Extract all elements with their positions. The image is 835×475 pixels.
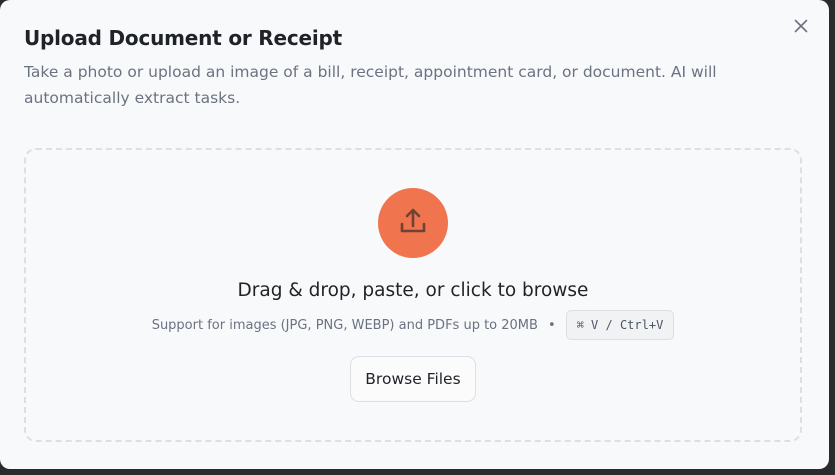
paste-shortcut-hint: ⌘ V / Ctrl+V: [565, 310, 675, 340]
upload-dialog: Upload Document or Receipt Take a photo …: [0, 0, 829, 469]
browse-files-button[interactable]: Browse Files: [350, 356, 476, 402]
upload-icon-circle: [378, 188, 448, 258]
drop-zone-headline: Drag & drop, paste, or click to browse: [237, 280, 589, 301]
close-icon: [794, 18, 808, 37]
drop-zone[interactable]: Drag & drop, paste, or click to browse S…: [24, 148, 802, 442]
supported-formats-text: Support for images (JPG, PNG, WEBP) and …: [151, 317, 538, 333]
support-row: Support for images (JPG, PNG, WEBP) and …: [26, 310, 800, 340]
dialog-description: Take a photo or upload an image of a bil…: [24, 63, 717, 107]
close-button[interactable]: [790, 16, 812, 38]
separator-dot: •: [547, 317, 556, 333]
upload-icon: [396, 204, 430, 242]
dialog-title: Upload Document or Receipt: [24, 26, 343, 50]
